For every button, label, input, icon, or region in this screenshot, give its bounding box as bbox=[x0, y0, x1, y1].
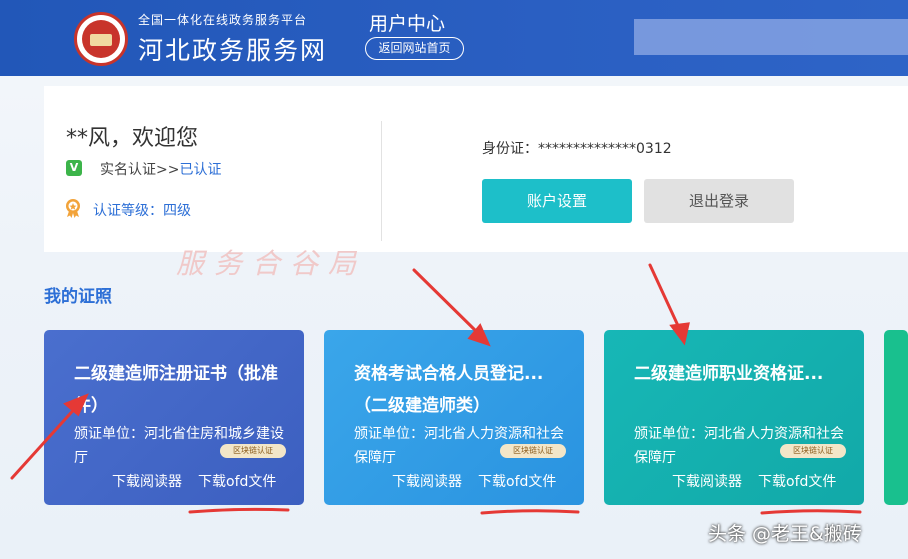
my-licenses-title: 我的证照 bbox=[44, 287, 112, 307]
license-card-3[interactable]: 二级建造师职业资格证... 颁证单位：河北省人力资源和社会保障厅 区块链认证 下… bbox=[604, 330, 864, 505]
license-card-4-partial[interactable] bbox=[884, 330, 908, 505]
blockchain-badge: 区块链认证 bbox=[500, 444, 566, 458]
realname-status[interactable]: 实名认证>>已认证 bbox=[100, 159, 221, 179]
annotation-arrow bbox=[648, 263, 682, 332]
realname-label: 实名认证>> bbox=[100, 162, 180, 178]
platform-subtitle: 全国一体化在线政务服务平台 bbox=[138, 13, 308, 27]
annotation-underline bbox=[760, 509, 862, 515]
blockchain-badge: 区块链认证 bbox=[220, 444, 286, 458]
license-card-2[interactable]: 资格考试合格人员登记...（二级建造师类） 颁证单位：河北省人力资源和社会保障厅… bbox=[324, 330, 584, 505]
annotation-underline bbox=[188, 507, 290, 514]
medal-icon bbox=[66, 199, 80, 218]
platform-title[interactable]: 河北政务服务网 bbox=[138, 31, 327, 67]
download-ofd-link[interactable]: 下载ofd文件 bbox=[758, 471, 836, 491]
download-reader-link[interactable]: 下载阅读器 bbox=[392, 471, 462, 491]
card-title: 资格考试合格人员登记...（二级建造师类） bbox=[354, 364, 544, 416]
user-profile-panel: **风，欢迎您 V 实名认证>>已认证 认证等级：四级 身份证：********… bbox=[44, 86, 908, 252]
certification-level: 认证等级：四级 bbox=[93, 203, 191, 219]
profile-divider bbox=[381, 121, 382, 241]
license-card-1[interactable]: 二级建造师注册证书（批准件） 颁证单位：河北省住房和城乡建设厅 区块链认证 下载… bbox=[44, 330, 304, 505]
logout-button[interactable]: 退出登录 bbox=[644, 179, 794, 223]
back-home-button[interactable]: 返回网站首页 bbox=[365, 37, 464, 60]
blockchain-badge: 区块链认证 bbox=[780, 444, 846, 458]
annotation-arrow bbox=[412, 268, 482, 337]
download-reader-link[interactable]: 下载阅读器 bbox=[112, 471, 182, 491]
download-reader-link[interactable]: 下载阅读器 bbox=[672, 471, 742, 491]
card-title: 二级建造师职业资格证... bbox=[634, 364, 824, 384]
top-header: 全国一体化在线政务服务平台 河北政务服务网 用户中心 返回网站首页 bbox=[0, 0, 908, 76]
welcome-greeting: **风，欢迎您 bbox=[66, 126, 199, 151]
account-settings-button[interactable]: 账户设置 bbox=[482, 179, 632, 223]
user-center-title: 用户中心 bbox=[369, 13, 446, 35]
annotation-underline bbox=[480, 509, 580, 515]
header-search-box[interactable] bbox=[634, 19, 908, 55]
emblem-logo-icon[interactable] bbox=[74, 12, 128, 66]
realname-certified[interactable]: 已认证 bbox=[179, 162, 221, 178]
download-ofd-link[interactable]: 下载ofd文件 bbox=[198, 471, 276, 491]
download-ofd-link[interactable]: 下载ofd文件 bbox=[478, 471, 556, 491]
verified-v-icon: V bbox=[66, 160, 82, 176]
card-title: 二级建造师注册证书（批准件） bbox=[74, 364, 278, 416]
background-watermark: 服务合谷局 bbox=[176, 247, 367, 280]
id-card-number: 身份证：**************0312 bbox=[482, 141, 672, 157]
footer-watermark: 头条 @老王&搬砖 bbox=[708, 523, 862, 545]
